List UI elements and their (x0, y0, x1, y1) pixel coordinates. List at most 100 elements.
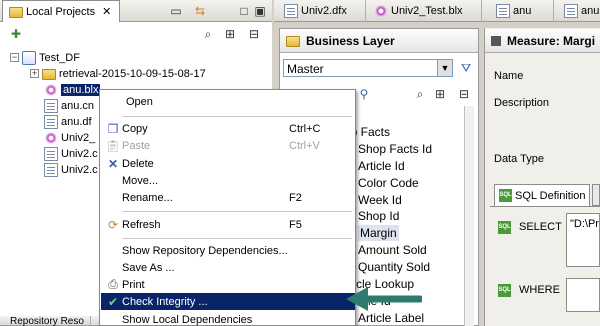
expand-icon[interactable]: + (30, 69, 39, 78)
menu-item-shortcut: F2 (289, 191, 302, 204)
menu-item-delete[interactable]: ✕ Delete (101, 155, 355, 172)
context-menu: Open ❐ Copy Ctrl+C 📋︎ Paste Ctrl+V ✕ Del… (99, 89, 356, 326)
business-layer-icon (44, 82, 58, 97)
minimize-icon[interactable]: ▭ (168, 3, 184, 19)
menu-item-move[interactable]: Move... (101, 172, 355, 189)
menu-item-label: Show Repository Dependencies... (122, 244, 288, 257)
menu-item-label: Refresh (122, 218, 161, 231)
tree-item-test-df[interactable]: − Test_DF (10, 50, 80, 65)
business-layer-dropdown[interactable]: Master ▼ (283, 59, 453, 77)
tab-repository-resources[interactable]: Repository Reso (4, 316, 91, 326)
search-icon[interactable]: ⌕ (412, 86, 428, 102)
description-label: Description (494, 97, 550, 109)
tree-item-label: Univ2_ (61, 131, 96, 144)
data-foundation-icon (564, 4, 578, 18)
select-field-value: "D:\Pr (570, 218, 599, 230)
tree-item-univ2-c1[interactable]: Univ2.c (44, 146, 98, 161)
search-icon[interactable]: ⌕ (200, 26, 216, 42)
check-integrity-icon: ✔ (107, 294, 119, 309)
tree-item-univ2[interactable]: Univ2_ (44, 130, 95, 145)
sql-icon: SQL (498, 221, 511, 234)
list-item[interactable]: Amount Sold (358, 242, 427, 258)
where-field[interactable] (566, 278, 600, 312)
list-item[interactable]: Shop Facts Id (358, 141, 432, 157)
menu-separator (122, 211, 352, 212)
folder-icon (42, 69, 56, 80)
data-foundation-icon (44, 114, 58, 129)
annotation-arrow (346, 287, 422, 311)
business-layer-scrollbar[interactable] (464, 106, 474, 326)
collapse-all-icon[interactable]: ⊟ (246, 26, 262, 42)
find-icon[interactable]: ⚲ (356, 86, 372, 102)
delete-icon: ✕ (107, 156, 119, 171)
filter-icon[interactable]: ⛛ (458, 60, 474, 76)
collapse-all-icon[interactable]: ⊟ (456, 86, 472, 102)
sync-icon[interactable]: ⇆ (192, 3, 208, 19)
menu-item-label: Save As ... (122, 261, 175, 274)
tab-anu-2[interactable]: anu (558, 0, 600, 22)
tab-sql-definition[interactable]: SQL SQL Definition (494, 184, 590, 206)
expand-all-icon[interactable]: ⊞ (432, 86, 448, 102)
tree-item-anu-cn[interactable]: anu.cn (44, 98, 94, 113)
tab-anu-1[interactable]: anu (490, 0, 554, 22)
menu-item-check-integrity[interactable]: ✔ Check Integrity ... (101, 293, 355, 310)
sql-icon: SQL (499, 189, 512, 202)
menu-item-shortcut: Ctrl+C (289, 122, 321, 135)
list-item[interactable]: Week Id (358, 192, 402, 208)
list-item[interactable]: Shop Id (358, 208, 399, 224)
menu-item-save-as[interactable]: Save As ... (101, 259, 355, 276)
business-layer-header: Business Layer (280, 29, 478, 53)
tree-item-retrieval[interactable]: + retrieval-2015-10-09-15-08-17 (30, 66, 206, 81)
tab-sql-next[interactable] (592, 184, 600, 206)
restore-icon[interactable]: ▣ (252, 3, 268, 19)
menu-item-paste[interactable]: 📋︎ Paste Ctrl+V (101, 137, 355, 154)
tree-item-anu-df[interactable]: anu.df (44, 114, 92, 129)
expand-all-icon[interactable]: ⊞ (222, 26, 238, 42)
menu-item-copy[interactable]: ❐ Copy Ctrl+C (101, 120, 355, 137)
list-item[interactable]: Article Id (358, 158, 405, 174)
menu-item-label: Copy (122, 122, 148, 135)
menu-item-open[interactable]: Open (101, 93, 355, 110)
list-item[interactable]: Color Code (358, 175, 419, 191)
measure-title: Measure: Margi (507, 33, 596, 48)
tree-item-label: Test_DF (39, 51, 80, 64)
tree-item-anu-blx[interactable]: anu.blx (44, 82, 101, 97)
list-item-margin[interactable]: Margin (358, 225, 399, 241)
collapse-icon[interactable]: − (10, 53, 19, 62)
menu-item-refresh[interactable]: ⟳ Refresh F5 (101, 216, 355, 233)
project-icon (22, 50, 36, 65)
tab-label: anu (513, 5, 532, 17)
tab-univ2-dfx[interactable]: Univ2.dfx (278, 0, 366, 22)
menu-item-rename[interactable]: Rename... F2 (101, 189, 355, 206)
tree-item-univ2-c2[interactable]: Univ2.c (44, 162, 98, 177)
folder-icon (9, 7, 23, 18)
close-icon[interactable]: ✕ (102, 5, 111, 18)
tree-item-label: anu.df (61, 115, 92, 128)
list-item[interactable]: Quantity Sold (358, 259, 430, 275)
annotation-arrow-head (346, 287, 368, 311)
tree-item-label: retrieval-2015-10-09-15-08-17 (59, 67, 206, 80)
tab-univ2-test-blx[interactable]: Univ2_Test.blx (368, 0, 482, 22)
select-field[interactable]: "D:\Pr (566, 213, 600, 267)
business-layer-title: Business Layer (306, 33, 395, 48)
menu-item-show-local-dependencies[interactable]: Show Local Dependencies (101, 311, 355, 326)
data-foundation-icon (284, 4, 298, 18)
where-label: WHERE (519, 284, 560, 296)
connection-icon (44, 98, 58, 113)
add-connection-icon[interactable]: ✚ (8, 26, 24, 42)
menu-item-show-repository-dependencies[interactable]: Show Repository Dependencies... (101, 242, 355, 259)
tree-item-label: anu.cn (61, 99, 95, 112)
maximize-icon[interactable]: □ (236, 3, 252, 19)
menu-item-label: Rename... (122, 191, 173, 204)
tab-local-projects[interactable]: Local Projects ✕ (2, 0, 120, 22)
data-foundation-icon (44, 162, 58, 177)
business-layer-icon (44, 130, 58, 145)
tab-label: Univ2.dfx (301, 5, 347, 17)
local-projects-tabbar: Local Projects ✕ ▭ ⇆ □ ▣ (0, 0, 272, 22)
menu-item-print[interactable]: ⎙ Print (101, 276, 355, 293)
chevron-down-icon[interactable]: ▼ (437, 60, 452, 76)
tree-item-label: Univ2.c (61, 163, 98, 176)
tab-label: anu (581, 5, 600, 17)
connection-icon (496, 4, 510, 18)
copy-icon: ❐ (107, 121, 119, 136)
